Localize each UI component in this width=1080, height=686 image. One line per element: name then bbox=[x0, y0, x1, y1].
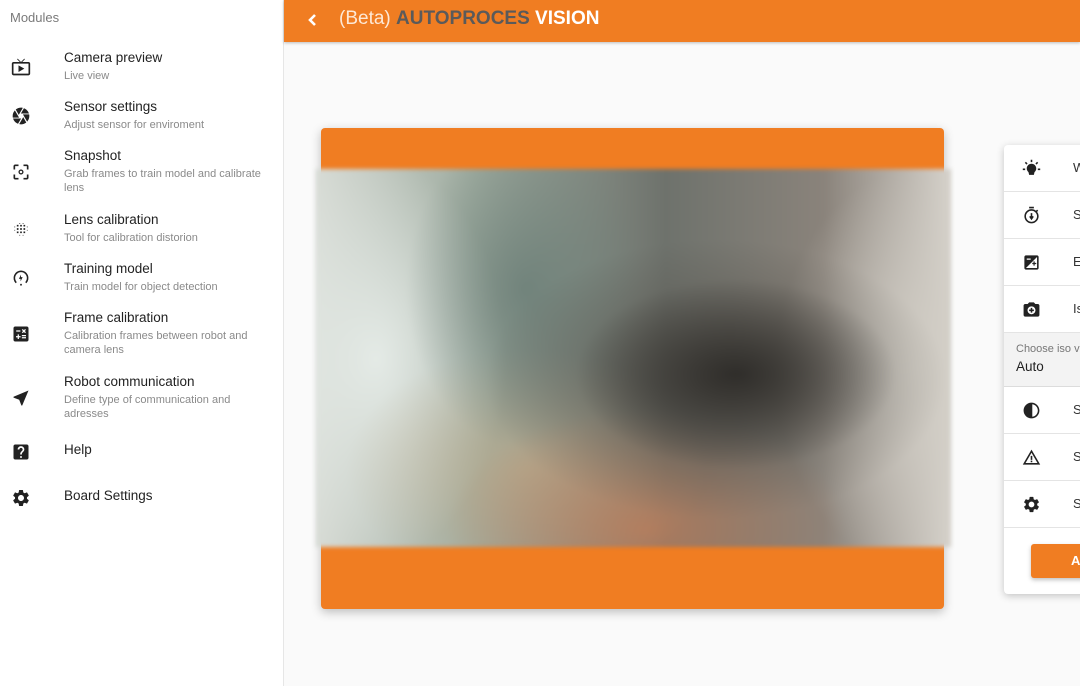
exposure-icon bbox=[1021, 252, 1041, 272]
live-tv-icon bbox=[10, 56, 32, 78]
sidebar-item-label: Robot communication bbox=[64, 374, 195, 389]
sidebar-item-label: Lens calibration bbox=[64, 212, 159, 227]
camera-live-feed bbox=[316, 169, 951, 547]
sidebar-item-description: Calibration frames between robot and cam… bbox=[64, 330, 248, 356]
sidebar-item-snapshot[interactable]: Snapshot Grab frames to train model and … bbox=[0, 146, 283, 198]
setting-exposure[interactable]: E bbox=[1004, 239, 1080, 286]
sidebar-item-training-model[interactable]: Training model Train model for object de… bbox=[0, 259, 283, 299]
gear-icon bbox=[1021, 494, 1041, 514]
camera-shutter-icon bbox=[10, 105, 32, 127]
warning-triangle-icon bbox=[1021, 447, 1041, 467]
setting-iso[interactable]: Is bbox=[1004, 286, 1080, 333]
sidebar-item-label: Board Settings bbox=[64, 488, 153, 503]
sidebar-item-description: Define type of communication and adresse… bbox=[64, 394, 231, 420]
navigation-arrow-icon bbox=[10, 387, 32, 409]
sidebar-item-description: Live view bbox=[64, 70, 110, 82]
setting-label: S bbox=[1073, 207, 1080, 222]
white-balance-icon bbox=[1021, 158, 1041, 178]
sidebar-item-lens-calibration[interactable]: Lens calibration Tool for calibration di… bbox=[0, 210, 283, 250]
apply-button[interactable]: A bbox=[1031, 544, 1080, 578]
sidebar-item-label: Sensor settings bbox=[64, 99, 158, 114]
contrast-icon bbox=[1021, 400, 1041, 420]
setting-shutter[interactable]: S bbox=[1004, 192, 1080, 239]
sidebar-item-label: Frame calibration bbox=[64, 310, 169, 325]
calculator-icon bbox=[10, 323, 32, 345]
sidebar-item-label: Camera preview bbox=[64, 50, 163, 65]
title-brand-part1: AUTOPROCES bbox=[396, 8, 530, 29]
setting-sharpness[interactable]: S bbox=[1004, 434, 1080, 481]
page-title: (Beta) AUTOPROCES VISION bbox=[339, 8, 599, 30]
sidebar-item-label: Help bbox=[64, 442, 92, 457]
setting-label: Is bbox=[1073, 301, 1080, 316]
apply-button-label: A bbox=[1071, 553, 1080, 568]
gear-icon bbox=[10, 487, 32, 509]
back-arrow-icon[interactable] bbox=[302, 9, 324, 31]
sidebar-item-frame-calibration[interactable]: Frame calibration Calibration frames bet… bbox=[0, 308, 283, 360]
sidebar-item-description: Grab frames to train model and calibrate… bbox=[64, 168, 261, 194]
sidebar-item-label: Snapshot bbox=[64, 148, 122, 163]
camera-iso-icon bbox=[1021, 299, 1041, 319]
title-prefix: (Beta) bbox=[339, 8, 391, 29]
sidebar-item-description: Train model for object detection bbox=[64, 281, 218, 293]
setting-white-balance[interactable]: W bbox=[1004, 145, 1080, 192]
setting-label: S bbox=[1073, 496, 1080, 511]
sidebar-item-board-settings[interactable]: Board Settings bbox=[0, 484, 283, 512]
sensor-settings-panel: W S E Is Choose iso v Auto S S S A bbox=[1004, 145, 1080, 594]
sidebar: Modules Camera preview Live view Sensor … bbox=[0, 0, 284, 686]
sidebar-item-camera-preview[interactable]: Camera preview Live view bbox=[0, 48, 283, 88]
grain-grid-icon bbox=[10, 218, 32, 240]
setting-label: E bbox=[1073, 254, 1080, 269]
sidebar-item-sensor-settings[interactable]: Sensor settings Adjust sensor for enviro… bbox=[0, 97, 283, 137]
iso-select-caption: Choose iso v bbox=[1016, 343, 1080, 355]
sidebar-item-description: Adjust sensor for enviroment bbox=[64, 119, 205, 131]
center-focus-icon bbox=[10, 161, 32, 183]
setting-label: W bbox=[1073, 160, 1080, 175]
iso-select[interactable]: Choose iso v Auto bbox=[1004, 333, 1080, 387]
model-training-icon bbox=[10, 267, 32, 289]
title-brand-part2: VISION bbox=[535, 8, 600, 29]
iso-select-value: Auto bbox=[1016, 359, 1044, 374]
sidebar-item-description: Tool for calibration distorion bbox=[64, 232, 198, 244]
sidebar-item-robot-communication[interactable]: Robot communication Define type of commu… bbox=[0, 372, 283, 424]
shutter-timer-icon bbox=[1021, 205, 1041, 225]
setting-label: S bbox=[1073, 402, 1080, 417]
sidebar-item-help[interactable]: Help bbox=[0, 438, 283, 466]
app-header: (Beta) AUTOPROCES VISION bbox=[284, 0, 1080, 42]
setting-advanced[interactable]: S bbox=[1004, 481, 1080, 528]
sidebar-title: Modules bbox=[10, 10, 60, 25]
app-root: Modules Camera preview Live view Sensor … bbox=[0, 0, 1080, 686]
setting-contrast[interactable]: S bbox=[1004, 387, 1080, 434]
sidebar-item-label: Training model bbox=[64, 261, 153, 276]
setting-label: S bbox=[1073, 449, 1080, 464]
help-icon bbox=[10, 441, 32, 463]
